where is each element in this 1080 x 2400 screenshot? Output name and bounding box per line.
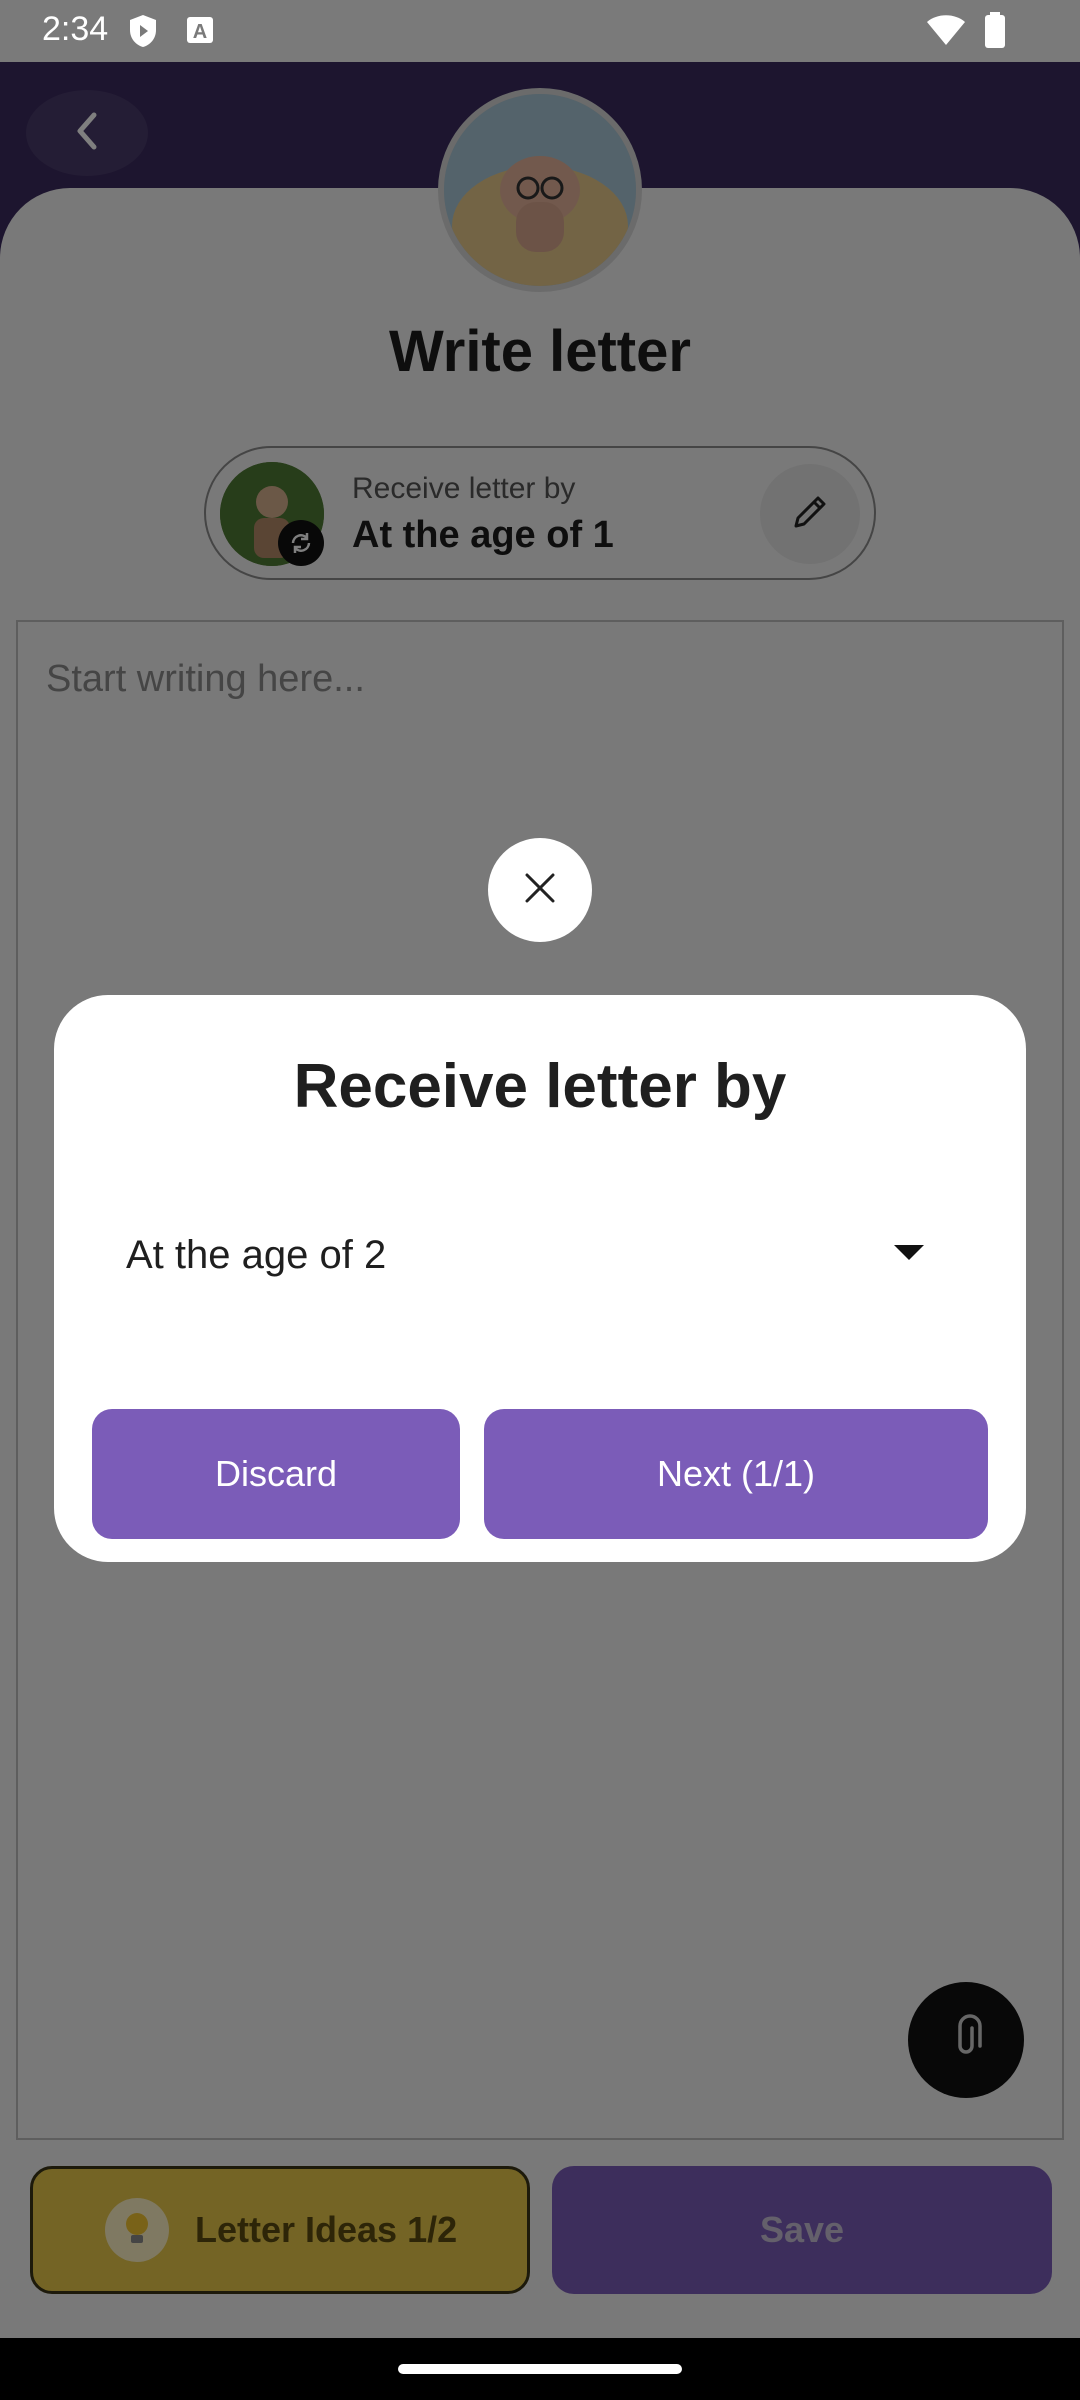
- home-handle[interactable]: [398, 2364, 682, 2374]
- discard-label: Discard: [214, 1453, 338, 1494]
- next-button[interactable]: Next (1/1): [484, 1409, 988, 1539]
- close-dialog-button[interactable]: [488, 838, 592, 942]
- receive-letter-dialog: Receive letter by At the age of 2 Discar…: [54, 995, 1026, 1562]
- wifi-icon: [926, 14, 966, 51]
- close-icon: [523, 871, 557, 910]
- age-dropdown[interactable]: At the age of 2: [102, 1187, 978, 1323]
- shield-icon: [128, 14, 158, 53]
- battery-icon: [984, 12, 1006, 53]
- discard-button[interactable]: Discard: [92, 1409, 460, 1539]
- keyboard-a-icon: A: [186, 16, 214, 49]
- svg-text:A: A: [193, 21, 207, 43]
- age-dropdown-value: At the age of 2: [126, 1232, 387, 1277]
- next-label: Next (1/1): [656, 1453, 816, 1494]
- status-bar: 2:34 A: [0, 0, 1080, 62]
- dialog-title: Receive letter by: [293, 1052, 787, 1121]
- status-time: 2:34: [42, 10, 109, 48]
- navigation-bar: [0, 2338, 1080, 2400]
- dropdown-arrow-icon: [894, 1245, 924, 1260]
